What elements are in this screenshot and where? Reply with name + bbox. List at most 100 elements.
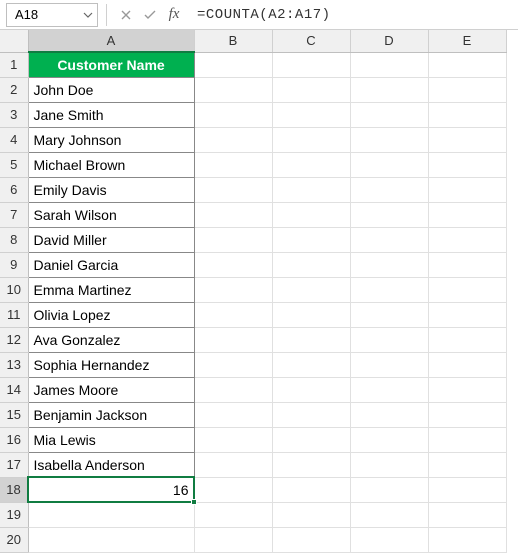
cell-E11[interactable] (428, 302, 506, 327)
cell-C10[interactable] (272, 277, 350, 302)
fx-icon[interactable]: fx (163, 4, 185, 26)
cell-E7[interactable] (428, 202, 506, 227)
row-header-15[interactable]: 15 (0, 402, 28, 427)
cell-A15[interactable]: Benjamin Jackson (28, 402, 194, 427)
row-header-7[interactable]: 7 (0, 202, 28, 227)
cell-E5[interactable] (428, 152, 506, 177)
cell-E1[interactable] (428, 52, 506, 77)
cell-E10[interactable] (428, 277, 506, 302)
cell-B15[interactable] (194, 402, 272, 427)
cell-E12[interactable] (428, 327, 506, 352)
cell-D15[interactable] (350, 402, 428, 427)
row-header-19[interactable]: 19 (0, 502, 28, 527)
cell-C16[interactable] (272, 427, 350, 452)
cell-B2[interactable] (194, 77, 272, 102)
row-header-17[interactable]: 17 (0, 452, 28, 477)
row-header-4[interactable]: 4 (0, 127, 28, 152)
cell-A16[interactable]: Mia Lewis (28, 427, 194, 452)
row-header-6[interactable]: 6 (0, 177, 28, 202)
cell-E6[interactable] (428, 177, 506, 202)
cell-B4[interactable] (194, 127, 272, 152)
cell-A12[interactable]: Ava Gonzalez (28, 327, 194, 352)
cell-D7[interactable] (350, 202, 428, 227)
cell-E3[interactable] (428, 102, 506, 127)
cell-C14[interactable] (272, 377, 350, 402)
cell-D10[interactable] (350, 277, 428, 302)
row-header-14[interactable]: 14 (0, 377, 28, 402)
col-header-C[interactable]: C (272, 30, 350, 52)
row-header-8[interactable]: 8 (0, 227, 28, 252)
cell-B14[interactable] (194, 377, 272, 402)
cell-D14[interactable] (350, 377, 428, 402)
col-header-E[interactable]: E (428, 30, 506, 52)
cell-D1[interactable] (350, 52, 428, 77)
cell-C12[interactable] (272, 327, 350, 352)
cell-B18[interactable] (194, 477, 272, 502)
cell-D18[interactable] (350, 477, 428, 502)
cell-D9[interactable] (350, 252, 428, 277)
name-box[interactable]: A18 (6, 3, 98, 27)
confirm-icon[interactable] (139, 4, 161, 26)
formula-input[interactable] (187, 3, 512, 27)
cell-A17[interactable]: Isabella Anderson (28, 452, 194, 477)
cell-C4[interactable] (272, 127, 350, 152)
cell-A7[interactable]: Sarah Wilson (28, 202, 194, 227)
cell-D12[interactable] (350, 327, 428, 352)
cell-A13[interactable]: Sophia Hernandez (28, 352, 194, 377)
cell-B9[interactable] (194, 252, 272, 277)
row-header-1[interactable]: 1 (0, 52, 28, 77)
cell-E8[interactable] (428, 227, 506, 252)
cell-B13[interactable] (194, 352, 272, 377)
cell-D8[interactable] (350, 227, 428, 252)
cell-B7[interactable] (194, 202, 272, 227)
cell-C7[interactable] (272, 202, 350, 227)
cell-B19[interactable] (194, 502, 272, 527)
cell-E14[interactable] (428, 377, 506, 402)
cell-C13[interactable] (272, 352, 350, 377)
row-header-9[interactable]: 9 (0, 252, 28, 277)
col-header-B[interactable]: B (194, 30, 272, 52)
cell-E17[interactable] (428, 452, 506, 477)
col-header-A[interactable]: A (28, 30, 194, 52)
cell-D20[interactable] (350, 527, 428, 552)
cell-A14[interactable]: James Moore (28, 377, 194, 402)
cancel-icon[interactable] (115, 4, 137, 26)
row-header-20[interactable]: 20 (0, 527, 28, 552)
cell-A9[interactable]: Daniel Garcia (28, 252, 194, 277)
cell-D5[interactable] (350, 152, 428, 177)
cell-D4[interactable] (350, 127, 428, 152)
cell-D3[interactable] (350, 102, 428, 127)
cell-C15[interactable] (272, 402, 350, 427)
cell-E18[interactable] (428, 477, 506, 502)
col-header-D[interactable]: D (350, 30, 428, 52)
cell-C8[interactable] (272, 227, 350, 252)
cell-E2[interactable] (428, 77, 506, 102)
cell-A3[interactable]: Jane Smith (28, 102, 194, 127)
row-header-16[interactable]: 16 (0, 427, 28, 452)
cell-B8[interactable] (194, 227, 272, 252)
cell-C9[interactable] (272, 252, 350, 277)
cell-E13[interactable] (428, 352, 506, 377)
cell-D13[interactable] (350, 352, 428, 377)
cell-D17[interactable] (350, 452, 428, 477)
cell-B11[interactable] (194, 302, 272, 327)
cell-B12[interactable] (194, 327, 272, 352)
cell-D19[interactable] (350, 502, 428, 527)
cell-A19[interactable] (28, 502, 194, 527)
cell-A5[interactable]: Michael Brown (28, 152, 194, 177)
row-header-12[interactable]: 12 (0, 327, 28, 352)
row-header-10[interactable]: 10 (0, 277, 28, 302)
cell-B16[interactable] (194, 427, 272, 452)
cell-E20[interactable] (428, 527, 506, 552)
cell-E15[interactable] (428, 402, 506, 427)
cell-C5[interactable] (272, 152, 350, 177)
cell-C6[interactable] (272, 177, 350, 202)
cell-A6[interactable]: Emily Davis (28, 177, 194, 202)
cell-B5[interactable] (194, 152, 272, 177)
cell-A8[interactable]: David Miller (28, 227, 194, 252)
cell-A11[interactable]: Olivia Lopez (28, 302, 194, 327)
cell-E4[interactable] (428, 127, 506, 152)
cell-C2[interactable] (272, 77, 350, 102)
row-header-2[interactable]: 2 (0, 77, 28, 102)
cell-A2[interactable]: John Doe (28, 77, 194, 102)
